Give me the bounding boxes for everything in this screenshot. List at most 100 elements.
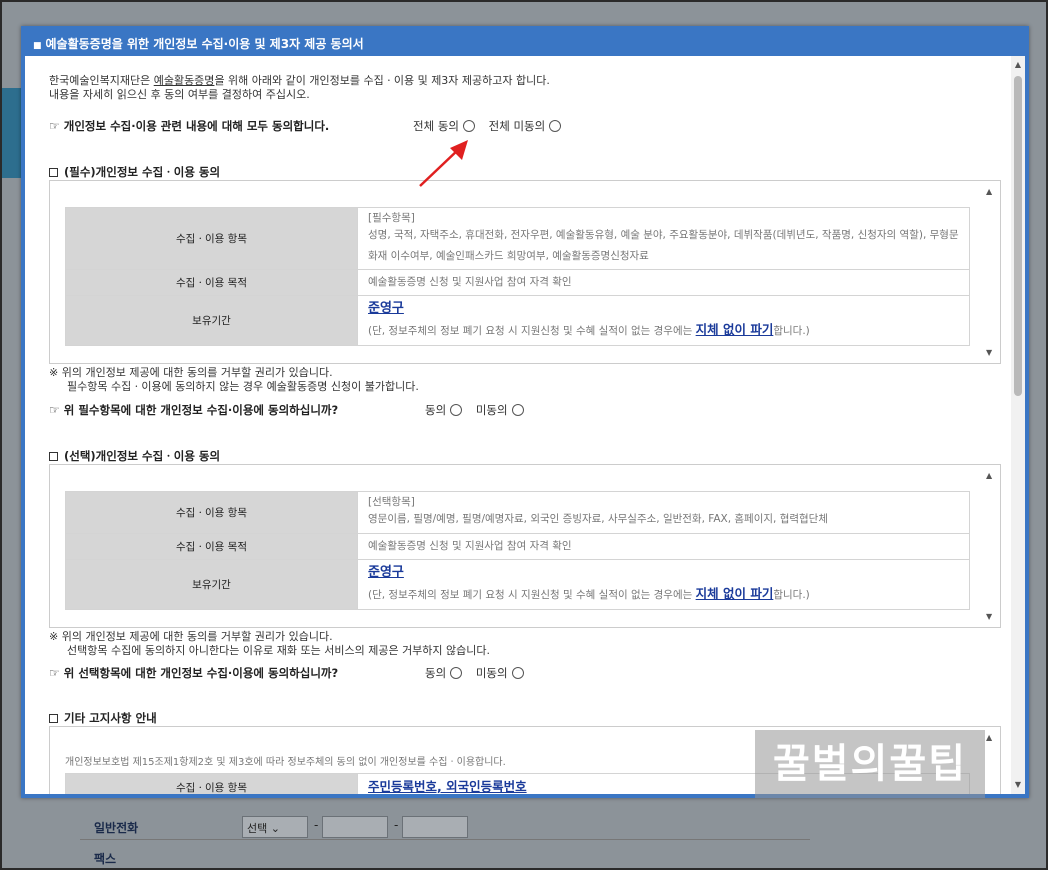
all-agree-no-label: 전체 미동의 bbox=[488, 119, 546, 133]
optional-section-title-text: (선택)개인정보 수집ㆍ이용 동의 bbox=[64, 449, 221, 463]
modal-scroll-thumb[interactable] bbox=[1014, 76, 1022, 396]
phone-middle-input[interactable] bbox=[322, 816, 388, 838]
intro-line2: 내용을 자세히 읽으신 후 동의 여부를 결정하여 주십시오. bbox=[49, 88, 310, 101]
phone-select[interactable]: 선택 ⌄ bbox=[242, 816, 308, 838]
other-row1-link[interactable]: 주민등록번호, 외국인등록번호 bbox=[368, 779, 527, 794]
square-box-icon bbox=[49, 714, 58, 723]
scroll-up-arrow-icon[interactable]: ▲ bbox=[986, 187, 992, 196]
required-row2-value: 예술활동증명 신청 및 지원사업 참여 자격 확인 bbox=[357, 269, 970, 296]
required-notes: ※ 위의 개인정보 제공에 대한 동의를 거부할 권리가 있습니다. 필수항목 … bbox=[49, 366, 419, 394]
all-agree-yes-radio[interactable] bbox=[462, 120, 475, 132]
required-retention-note-link[interactable]: 지체 없이 파기 bbox=[696, 322, 774, 337]
optional-retention-link[interactable]: 준영구 bbox=[368, 563, 959, 583]
required-no-radio[interactable] bbox=[511, 404, 524, 416]
pointing-hand-icon: ☞ bbox=[49, 403, 60, 417]
optional-table-scrollbar[interactable]: ▲ ▼ bbox=[986, 465, 998, 627]
required-row1-tag: [필수항목] bbox=[368, 211, 415, 224]
table-row: 수집ㆍ이용 목적 예술활동증명 신청 및 지원사업 참여 자격 확인 bbox=[65, 533, 970, 560]
required-yes-label: 동의 bbox=[425, 403, 447, 417]
dash-text: - bbox=[314, 818, 319, 832]
pointing-hand-icon: ☞ bbox=[49, 666, 60, 680]
required-table-box: 수집ㆍ이용 항목 [필수항목] 성명, 국적, 자택주소, 휴대전화, 전자우편,… bbox=[49, 180, 1001, 364]
optional-table-box: 수집ㆍ이용 항목 [선택항목] 영문이름, 필명/예명, 필명/예명자료, 외국인… bbox=[49, 464, 1001, 628]
optional-yes-radio[interactable] bbox=[450, 667, 463, 679]
required-note1: ※ 위의 개인정보 제공에 대한 동의를 거부할 권리가 있습니다. bbox=[49, 366, 333, 379]
all-agree-label: ☞ 개인정보 수집·이용 관련 내용에 대해 모두 동의합니다. bbox=[49, 118, 329, 134]
other-section-title: 기타 고지사항 안내 bbox=[49, 710, 157, 726]
scroll-down-arrow-icon[interactable]: ▼ bbox=[986, 348, 992, 357]
required-table-scrollbar[interactable]: ▲ ▼ bbox=[986, 181, 998, 363]
optional-note1: ※ 위의 개인정보 제공에 대한 동의를 거부할 권리가 있습니다. bbox=[49, 630, 333, 643]
required-section-title: (필수)개인정보 수집ㆍ이용 동의 bbox=[49, 164, 220, 180]
optional-row2-head: 수집ㆍ이용 목적 bbox=[65, 533, 358, 560]
square-bullet-icon: ■ bbox=[33, 41, 42, 51]
optional-row1-tag: [선택항목] bbox=[368, 496, 415, 508]
optional-row3-value: 준영구 (단, 정보주체의 정보 폐기 요청 시 지원신청 및 수혜 실적이 없… bbox=[357, 559, 970, 610]
modal-body: 한국예술인복지재단은 예술활동증명을 위해 아래와 같이 개인정보를 수집ㆍ이용… bbox=[25, 56, 1025, 794]
dash-text: - bbox=[394, 818, 399, 832]
required-row1-head: 수집ㆍ이용 항목 bbox=[65, 207, 358, 270]
background-side-bar bbox=[0, 88, 22, 178]
background-phone-row: 일반전화 선택 ⌄ - - bbox=[80, 810, 810, 840]
phone-last-input[interactable] bbox=[402, 816, 468, 838]
required-info-table: 수집ㆍ이용 항목 [필수항목] 성명, 국적, 자택주소, 휴대전화, 전자우편,… bbox=[65, 207, 970, 346]
background-form: 일반전화 선택 ⌄ - - 팩스 bbox=[80, 790, 810, 870]
optional-no-radio[interactable] bbox=[511, 667, 524, 679]
required-retention-link[interactable]: 준영구 bbox=[368, 299, 959, 319]
required-question-text: 위 필수항목에 대한 개인정보 수집·이용에 동의하십니까? bbox=[63, 403, 339, 417]
optional-retention-note-post: 합니다.) bbox=[773, 589, 810, 601]
optional-row1-items: 영문이름, 필명/예명, 필명/예명자료, 외국인 증빙자료, 사무실주소, 일… bbox=[368, 513, 829, 525]
table-row: 보유기간 준영구 (단, 정보주체의 정보 폐기 요청 시 지원신청 및 수혜 … bbox=[65, 295, 970, 346]
optional-row2-value: 예술활동증명 신청 및 지원사업 참여 자격 확인 bbox=[357, 533, 970, 560]
all-agree-no-radio[interactable] bbox=[549, 120, 562, 132]
optional-row1-value: [선택항목] 영문이름, 필명/예명, 필명/예명자료, 외국인 증빙자료, 사무… bbox=[357, 491, 970, 534]
required-section-title-text: (필수)개인정보 수집ㆍ이용 동의 bbox=[64, 165, 221, 179]
required-yes-radio[interactable] bbox=[450, 404, 463, 416]
modal-title-bar: ■ 예술활동증명을 위한 개인정보 수집·이용 및 제3자 제공 동의서 bbox=[25, 30, 1025, 54]
all-agree-radio-group: 전체 동의 전체 미동의 bbox=[413, 118, 571, 134]
required-row1-value: [필수항목] 성명, 국적, 자택주소, 휴대전화, 전자우편, 예술활동유형, … bbox=[357, 207, 970, 270]
scroll-down-arrow-icon[interactable]: ▼ bbox=[1011, 778, 1025, 792]
background-fax-row: 팩스 bbox=[80, 840, 810, 870]
scroll-down-arrow-icon[interactable]: ▼ bbox=[986, 612, 992, 621]
modal-scrollbar[interactable]: ▲ ▼ bbox=[1011, 56, 1025, 794]
square-box-icon bbox=[49, 168, 58, 177]
required-question: ☞ 위 필수항목에 대한 개인정보 수집·이용에 동의하십니까? bbox=[49, 402, 338, 418]
table-row: 수집ㆍ이용 목적 예술활동증명 신청 및 지원사업 참여 자격 확인 bbox=[65, 269, 970, 296]
other-table-scrollbar[interactable]: ▲ ▼ bbox=[986, 727, 998, 794]
optional-section-title: (선택)개인정보 수집ㆍ이용 동의 bbox=[49, 448, 220, 464]
required-no-label: 미동의 bbox=[475, 403, 508, 417]
optional-retention-note-pre: (단, 정보주체의 정보 폐기 요청 시 지원신청 및 수혜 실적이 없는 경우… bbox=[368, 589, 696, 601]
optional-question-text: 위 선택항목에 대한 개인정보 수집·이용에 동의하십니까? bbox=[63, 666, 339, 680]
other-row1-head: 수집ㆍ이용 항목 bbox=[65, 773, 358, 794]
all-agree-text: 개인정보 수집·이용 관련 내용에 대해 모두 동의합니다. bbox=[63, 119, 330, 133]
required-row2-head: 수집ㆍ이용 목적 bbox=[65, 269, 358, 296]
other-description: 개인정보보호법 제15조제1항제2호 및 제3호에 따라 정보주체의 동의 없이… bbox=[65, 757, 506, 768]
phone-select-value: 선택 bbox=[247, 822, 268, 835]
scroll-up-arrow-icon[interactable]: ▲ bbox=[986, 733, 992, 742]
scroll-up-arrow-icon[interactable]: ▲ bbox=[1011, 58, 1025, 72]
intro-link: 예술활동증명 bbox=[153, 74, 215, 87]
phone-label: 일반전화 bbox=[94, 821, 139, 835]
optional-no-label: 미동의 bbox=[475, 666, 508, 680]
intro-line1-pre: 한국예술인복지재단은 bbox=[49, 74, 154, 87]
modal-content: 한국예술인복지재단은 예술활동증명을 위해 아래와 같이 개인정보를 수집ㆍ이용… bbox=[49, 74, 1005, 794]
required-retention-note-pre: (단, 정보주체의 정보 폐기 요청 시 지원신청 및 수혜 실적이 없는 경우… bbox=[368, 325, 696, 337]
required-row3-value: 준영구 (단, 정보주체의 정보 폐기 요청 시 지원신청 및 수혜 실적이 없… bbox=[357, 295, 970, 346]
required-row3-head: 보유기간 bbox=[65, 295, 358, 346]
chevron-down-icon: ⌄ bbox=[270, 822, 280, 835]
table-row: 수집ㆍ이용 항목 [필수항목] 성명, 국적, 자택주소, 휴대전화, 전자우편,… bbox=[65, 207, 970, 270]
optional-yes-label: 동의 bbox=[425, 666, 447, 680]
scroll-up-arrow-icon[interactable]: ▲ bbox=[986, 471, 992, 480]
optional-retention-note-link[interactable]: 지체 없이 파기 bbox=[696, 586, 774, 601]
all-agree-yes-label: 전체 동의 bbox=[413, 119, 459, 133]
watermark: 꿀벌의꿀팁 bbox=[755, 730, 985, 798]
optional-note2: 선택항목 수집에 동의하지 아니한다는 이유로 재화 또는 서비스의 제공은 거… bbox=[67, 644, 491, 657]
consent-modal: ■ 예술활동증명을 위한 개인정보 수집·이용 및 제3자 제공 동의서 한국예술… bbox=[21, 26, 1029, 798]
optional-row1-head: 수집ㆍ이용 항목 bbox=[65, 491, 358, 534]
intro-text: 한국예술인복지재단은 예술활동증명을 위해 아래와 같이 개인정보를 수집ㆍ이용… bbox=[49, 74, 1005, 102]
optional-radio-group: 동의 미동의 bbox=[425, 665, 534, 681]
required-note2: 필수항목 수집ㆍ이용에 동의하지 않는 경우 예술활동증명 신청이 불가합니다. bbox=[67, 380, 419, 393]
other-section-title-text: 기타 고지사항 안내 bbox=[64, 711, 157, 725]
fax-label: 팩스 bbox=[94, 852, 117, 866]
